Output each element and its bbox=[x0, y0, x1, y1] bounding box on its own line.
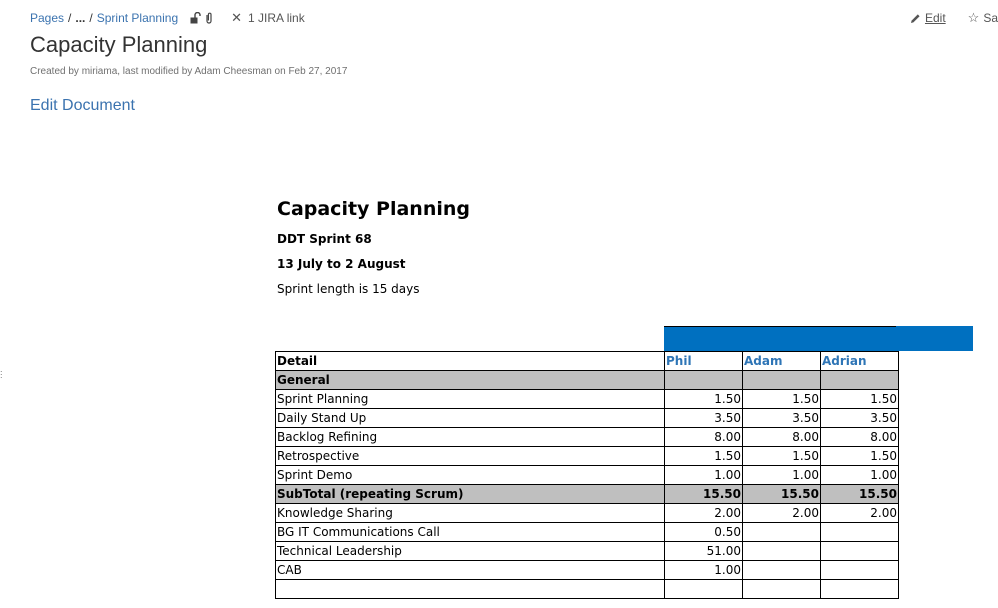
page-title: Capacity Planning bbox=[30, 32, 208, 57]
table-cell-value bbox=[742, 560, 821, 580]
table-header-cell: Adam bbox=[742, 351, 821, 371]
table-cell-value: 2.00 bbox=[742, 503, 821, 523]
document-sprint: DDT Sprint 68 bbox=[277, 232, 372, 246]
edit-button[interactable]: Edit bbox=[910, 10, 946, 26]
document-title: Capacity Planning bbox=[277, 198, 470, 220]
table-cell-label: Daily Stand Up bbox=[275, 408, 665, 428]
breadcrumb-separator: / bbox=[68, 11, 72, 25]
table-cell-value: 15.50 bbox=[742, 484, 821, 504]
table-row: SubTotal (repeating Scrum) 15.50 15.50 15.5… bbox=[275, 484, 899, 504]
table-cell-value: 0.50 bbox=[664, 522, 743, 542]
save-for-later-button[interactable]: ☆ Sa bbox=[968, 10, 998, 26]
table-cell-label: Backlog Refining bbox=[275, 427, 665, 447]
table-row: BG IT Communications Call 0.50 bbox=[275, 522, 899, 542]
table-cell-value bbox=[664, 579, 743, 599]
table-header-cell: Adrian bbox=[820, 351, 899, 371]
table-header-cell: Phil bbox=[664, 351, 743, 371]
table-cell-value: 51.00 bbox=[664, 541, 743, 561]
table-cell-value: 1.50 bbox=[820, 446, 899, 466]
table-cell-value: 1.50 bbox=[664, 389, 743, 409]
table-row: Retrospective 1.50 1.50 1.50 bbox=[275, 446, 899, 466]
table-cell-value: 1.50 bbox=[742, 389, 821, 409]
table-cell-label: CAB bbox=[275, 560, 665, 580]
table-cell-label: BG IT Communications Call bbox=[275, 522, 665, 542]
table-cell-label: Technical Leadership bbox=[275, 541, 665, 561]
table-header-bar-border bbox=[664, 326, 896, 327]
table-cell-value: 8.00 bbox=[742, 427, 821, 447]
table-row: Knowledge Sharing 2.00 2.00 2.00 bbox=[275, 503, 899, 523]
document-dates: 13 July to 2 August bbox=[277, 257, 406, 271]
attachment-icon[interactable] bbox=[205, 12, 213, 24]
jira-link[interactable]: ✕ 1 JIRA link bbox=[231, 10, 305, 26]
pencil-icon bbox=[910, 13, 920, 23]
table-cell-value bbox=[820, 541, 899, 561]
page-status-icons bbox=[190, 12, 213, 24]
table-cell-value: 15.50 bbox=[820, 484, 899, 504]
table-cell-label: Sprint Demo bbox=[275, 465, 665, 485]
table-cell-value bbox=[742, 522, 821, 542]
save-button-label: Sa bbox=[983, 11, 998, 25]
table-cell-value: 1.00 bbox=[820, 465, 899, 485]
table-header-row: Detail Phil Adam Adrian bbox=[275, 351, 899, 371]
table-row: CAB 1.00 bbox=[275, 560, 899, 580]
table-cell-label: SubTotal (repeating Scrum) bbox=[275, 484, 665, 504]
table-cell-value bbox=[664, 370, 743, 390]
table-cell-value bbox=[742, 541, 821, 561]
table-row: Daily Stand Up 3.50 3.50 3.50 bbox=[275, 408, 899, 428]
table-cell-label bbox=[275, 579, 665, 599]
jira-icon: ✕ bbox=[231, 10, 243, 25]
table-cell-value bbox=[820, 370, 899, 390]
table-row: Backlog Refining 8.00 8.00 8.00 bbox=[275, 427, 899, 447]
unlock-icon[interactable] bbox=[190, 12, 201, 24]
table-cell-value: 1.50 bbox=[742, 446, 821, 466]
table-cell-value: 15.50 bbox=[664, 484, 743, 504]
table-cell-value: 1.50 bbox=[820, 389, 899, 409]
table-cell-value: 3.50 bbox=[742, 408, 821, 428]
table-cell-label: Knowledge Sharing bbox=[275, 503, 665, 523]
table-row bbox=[275, 579, 899, 599]
table-cell-value bbox=[820, 579, 899, 599]
breadcrumb: Pages / ... / Sprint Planning ✕ 1 JIRA l… bbox=[30, 10, 305, 26]
breadcrumb-separator: / bbox=[89, 11, 93, 25]
table-cell-value: 8.00 bbox=[664, 427, 743, 447]
table-cell-value: 1.00 bbox=[664, 465, 743, 485]
table-header-cell: Detail bbox=[275, 351, 665, 371]
table-row: Technical Leadership 51.00 bbox=[275, 541, 899, 561]
table-cell-label: Retrospective bbox=[275, 446, 665, 466]
table-cell-value: 1.00 bbox=[664, 560, 743, 580]
table-cell-value: 3.50 bbox=[664, 408, 743, 428]
table-cell-value bbox=[742, 370, 821, 390]
table-cell-value: 2.00 bbox=[820, 503, 899, 523]
document-sprint-length: Sprint length is 15 days bbox=[277, 282, 420, 296]
table-cell-value: 1.00 bbox=[742, 465, 821, 485]
table-cell-label: Sprint Planning bbox=[275, 389, 665, 409]
table-cell-value bbox=[742, 579, 821, 599]
breadcrumb-sprint-planning-link[interactable]: Sprint Planning bbox=[97, 11, 178, 25]
page-actions: Edit ☆ Sa bbox=[888, 10, 998, 26]
breadcrumb-pages-link[interactable]: Pages bbox=[30, 11, 64, 25]
table-cell-value: 2.00 bbox=[664, 503, 743, 523]
table-header-bar bbox=[664, 326, 973, 351]
table-row: Sprint Planning 1.50 1.50 1.50 bbox=[275, 389, 899, 409]
capacity-table: Detail Phil Adam Adrian General Sprint Pl… bbox=[275, 351, 899, 599]
drag-handle-icon[interactable]: ... bbox=[0, 365, 3, 380]
table-cell-value bbox=[820, 560, 899, 580]
page-byline: Created by miriama, last modified by Ada… bbox=[30, 66, 348, 77]
table-cell-value: 3.50 bbox=[820, 408, 899, 428]
edit-button-label: Edit bbox=[924, 11, 946, 25]
table-row: Sprint Demo 1.00 1.00 1.00 bbox=[275, 465, 899, 485]
jira-link-label: 1 JIRA link bbox=[248, 11, 305, 25]
star-icon: ☆ bbox=[967, 10, 980, 25]
table-row: General bbox=[275, 370, 899, 390]
table-cell-value bbox=[820, 522, 899, 542]
table-cell-label: General bbox=[275, 370, 665, 390]
breadcrumb-ellipsis[interactable]: ... bbox=[75, 11, 85, 25]
edit-document-link[interactable]: Edit Document bbox=[30, 97, 135, 115]
table-cell-value: 8.00 bbox=[820, 427, 899, 447]
table-cell-value: 1.50 bbox=[664, 446, 743, 466]
